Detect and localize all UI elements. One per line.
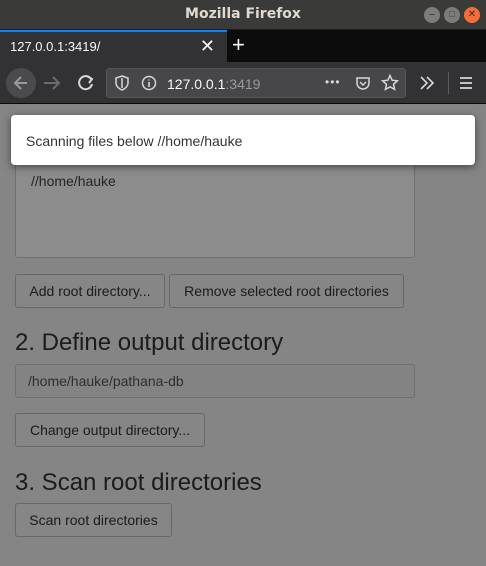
page-content: //home/hauke Add root directory... Remov… <box>0 104 486 566</box>
toolbar-divider <box>448 72 449 94</box>
tab-strip: 127.0.0.1:3419/ ✕ + <box>0 30 486 62</box>
shield-icon[interactable] <box>114 75 130 91</box>
scanning-dialog: Scanning files below //home/hauke <box>11 115 475 165</box>
close-window-icon[interactable]: ✕ <box>464 7 480 23</box>
tab-close-icon[interactable]: ✕ <box>200 36 215 57</box>
url-host: 127.0.0.1 <box>167 76 226 92</box>
dialog-message: Scanning files below //home/hauke <box>26 133 243 149</box>
new-tab-button[interactable]: + <box>232 31 245 59</box>
reload-icon[interactable] <box>76 73 96 93</box>
tab-active[interactable]: 127.0.0.1:3419/ ✕ <box>0 30 227 62</box>
forward-arrow-icon[interactable] <box>41 73 63 93</box>
back-button[interactable] <box>6 68 36 98</box>
pocket-icon[interactable] <box>355 75 371 91</box>
info-icon[interactable] <box>141 75 157 91</box>
window-title: Mozilla Firefox <box>185 6 301 22</box>
minimize-icon[interactable]: – <box>424 7 440 23</box>
maximize-icon[interactable]: □ <box>444 7 460 23</box>
page-actions-icon[interactable]: ••• <box>325 75 341 89</box>
url-text[interactable]: 127.0.0.1:3419 <box>167 76 260 92</box>
window-titlebar: Mozilla Firefox – □ ✕ <box>0 0 486 30</box>
url-bar[interactable]: 127.0.0.1:3419 ••• <box>106 68 406 98</box>
modal-overlay <box>0 104 486 566</box>
back-arrow-icon <box>13 76 27 90</box>
bookmark-star-icon[interactable] <box>381 74 399 92</box>
navigation-toolbar: 127.0.0.1:3419 ••• <box>0 62 486 104</box>
tab-title: 127.0.0.1:3419/ <box>10 39 101 54</box>
url-port: :3419 <box>225 76 261 92</box>
overflow-chevron-icon[interactable] <box>418 74 436 92</box>
hamburger-menu-icon[interactable] <box>458 74 474 92</box>
